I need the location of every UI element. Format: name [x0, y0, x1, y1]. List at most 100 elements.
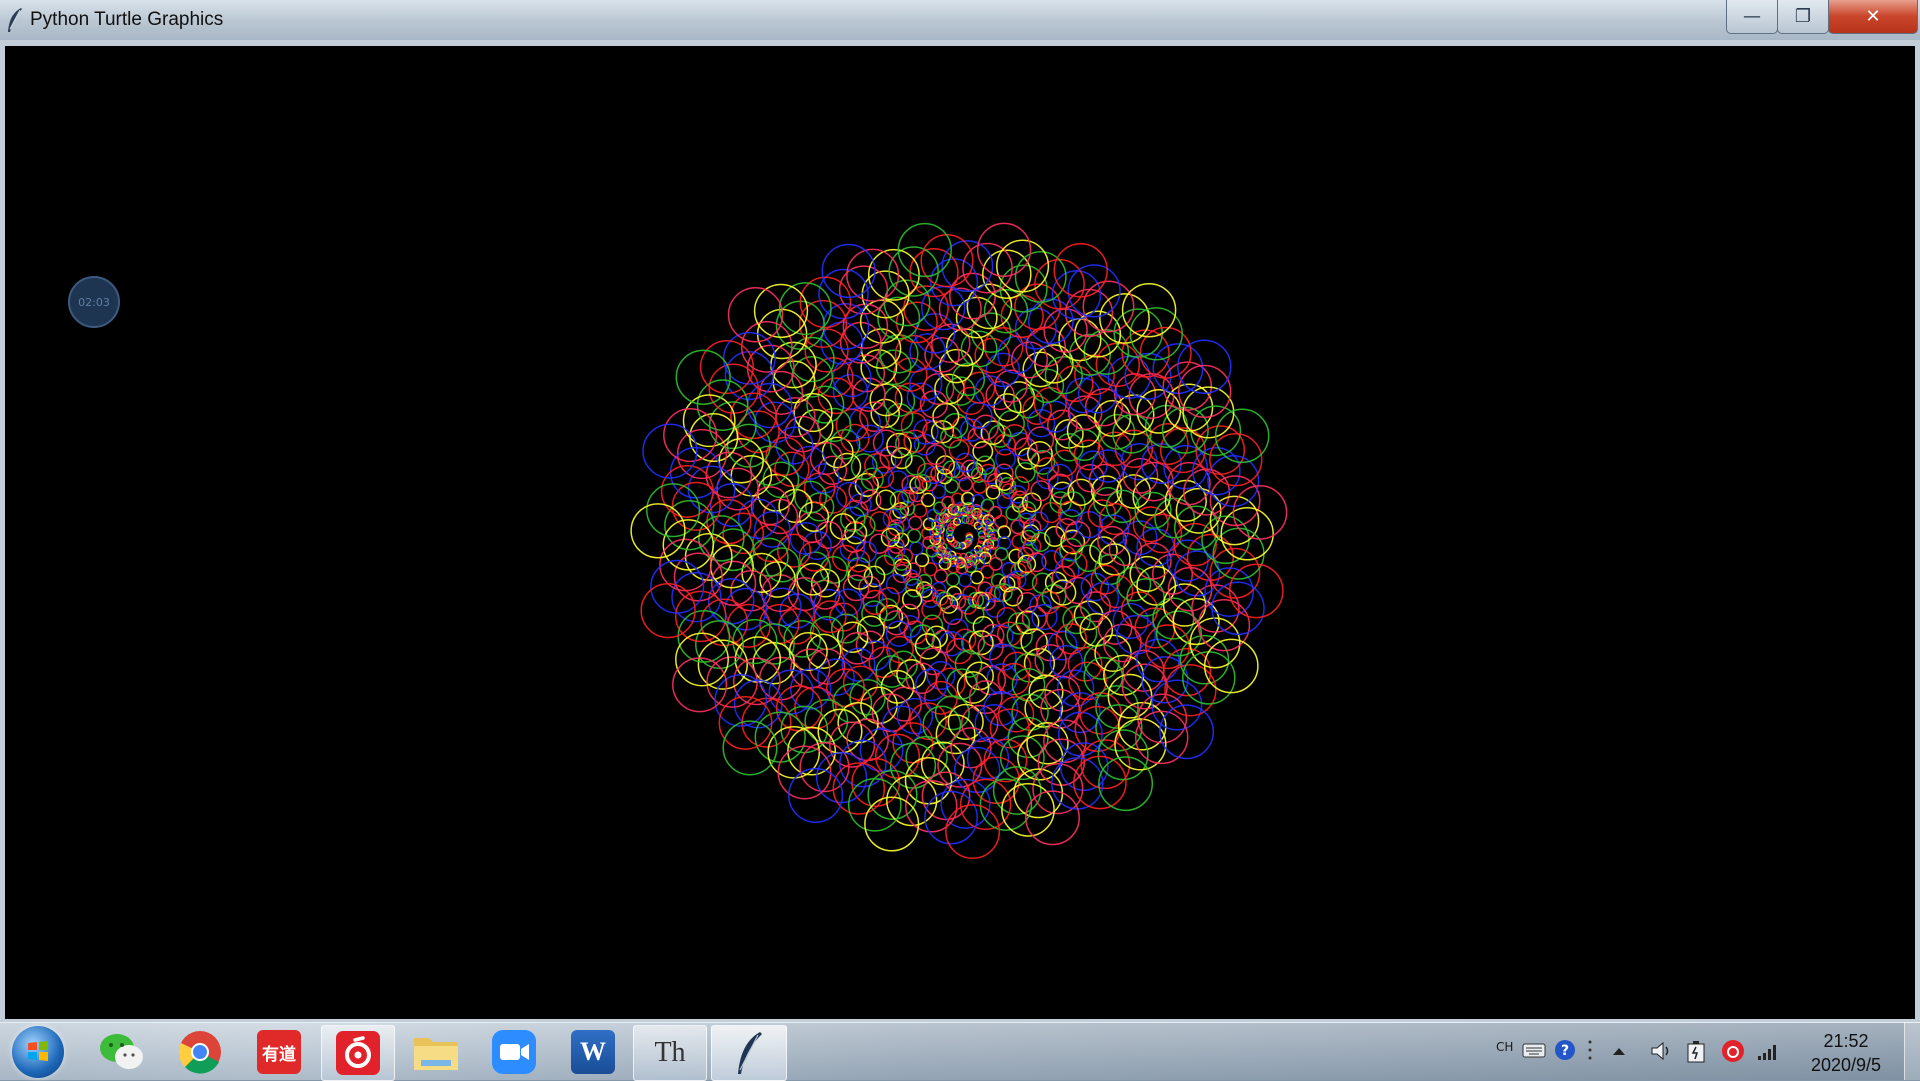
spiral-circle [1189, 617, 1241, 669]
svg-text:?: ? [1561, 1043, 1569, 1059]
spiral-circle [1050, 449, 1079, 477]
spiral-circle [1120, 443, 1158, 481]
spiral-circle [924, 337, 960, 373]
taskbar-word[interactable]: W [557, 1025, 629, 1079]
spiral-circle [945, 572, 960, 587]
word-icon: W [571, 1030, 615, 1074]
spiral-circle [958, 573, 973, 588]
spiral-circle [1182, 651, 1236, 705]
spiral-circle [925, 444, 947, 466]
spiral-circle [932, 402, 960, 430]
spiral-circle [854, 472, 879, 498]
spiral-circle [709, 482, 755, 528]
spiral-circle [983, 738, 1028, 783]
close-icon: ✕ [1865, 6, 1881, 27]
feather-icon [8, 8, 22, 32]
spiral-circle [1013, 768, 1064, 819]
spiral-circle [914, 633, 942, 660]
system-clock[interactable]: 21:52 2020/9/5 [1800, 1029, 1892, 1077]
spiral-circle [887, 470, 909, 491]
spiral-circle [1026, 440, 1053, 467]
spiral-circle [740, 321, 793, 373]
spiral-circle [901, 589, 923, 610]
show-desktop-button[interactable] [1904, 1022, 1920, 1080]
spiral-circle [764, 547, 800, 583]
maximize-button[interactable]: ❐ [1777, 0, 1829, 34]
recording-timer-badge[interactable]: 02:03 [68, 276, 120, 328]
spiral-circle [1065, 377, 1102, 414]
netease-music-tray-icon[interactable] [1721, 1039, 1745, 1063]
spiral-circle [796, 511, 828, 544]
zoom-icon [492, 1030, 536, 1074]
minimize-icon: — [1743, 6, 1761, 27]
spiral-circle [1080, 739, 1131, 790]
taskbar-chrome[interactable] [164, 1025, 236, 1079]
word-label: W [580, 1037, 606, 1066]
spiral-circle [1051, 757, 1104, 810]
keyboard-icon[interactable] [1522, 1041, 1546, 1059]
spiral-circle [1151, 679, 1203, 731]
tray-options-icon[interactable] [1586, 1038, 1594, 1062]
input-method-indicator[interactable]: CH [1496, 1040, 1513, 1054]
clock-time: 21:52 [1823, 1031, 1869, 1051]
spiral-circle [1197, 599, 1251, 652]
battery-icon[interactable] [1685, 1039, 1707, 1063]
spiral-circle [762, 461, 800, 499]
taskbar-zoom[interactable] [478, 1025, 550, 1079]
spiral-circle [980, 420, 1006, 446]
spiral-circle [944, 478, 959, 494]
title-bar[interactable]: Python Turtle Graphics — ❐ ✕ [0, 0, 1920, 41]
typora-label: Th [654, 1037, 686, 1068]
spiral-circle [1064, 520, 1091, 548]
spiral-circle [814, 521, 843, 549]
network-signal-icon[interactable] [1757, 1041, 1777, 1061]
spiral-circle [842, 665, 879, 701]
spiral-circle [821, 436, 854, 469]
show-hidden-icons-icon[interactable] [1612, 1046, 1626, 1056]
spiral-circle [802, 530, 832, 561]
spiral-circle [1095, 342, 1141, 388]
taskbar-netease-music[interactable] [321, 1025, 395, 1081]
spiral-circle [682, 394, 736, 448]
spiral-circle [1214, 408, 1270, 464]
clock-date: 2020/9/5 [1810, 1055, 1882, 1075]
spiral-circle [1145, 624, 1190, 670]
taskbar-typora[interactable]: Th [633, 1025, 707, 1081]
chrome-icon [178, 1031, 221, 1074]
netease-music-icon [336, 1031, 380, 1075]
spiral-circle [906, 528, 922, 544]
spiral-circle [924, 790, 978, 845]
spiral-circle [798, 408, 834, 445]
help-icon[interactable]: ? [1553, 1038, 1577, 1062]
spiral-circle [1094, 634, 1132, 673]
minimize-button[interactable]: — [1726, 0, 1778, 34]
spiral-circle [972, 440, 994, 462]
spiral-circle [1053, 243, 1108, 298]
turtle-window: Python Turtle Graphics — ❐ ✕ 02:03 [0, 0, 1920, 1022]
spiral-circle [1075, 511, 1103, 539]
wechat-icon [100, 1034, 143, 1069]
start-button[interactable] [12, 1026, 64, 1078]
spiral-circle [799, 742, 850, 793]
spiral-circle [1020, 628, 1048, 656]
taskbar-youdao[interactable]: 有道 [243, 1025, 315, 1079]
spiral-circle [965, 516, 975, 525]
spiral-circle [1211, 581, 1265, 636]
spiral-circle [1107, 673, 1153, 719]
close-button[interactable]: ✕ [1828, 0, 1918, 34]
spiral-circle [954, 746, 1001, 794]
taskbar-wechat[interactable] [86, 1025, 158, 1079]
volume-icon[interactable] [1650, 1040, 1674, 1062]
folder-icon [414, 1038, 458, 1070]
spiral-circle [934, 695, 970, 731]
turtle-canvas[interactable]: 02:03 [5, 46, 1915, 1019]
taskbar-file-explorer[interactable] [400, 1025, 472, 1079]
feather-icon [738, 1032, 762, 1074]
spiral-circle [1177, 339, 1232, 394]
taskbar-python-turtle[interactable] [711, 1025, 787, 1081]
spiral-circle [1061, 551, 1088, 578]
window-title: Python Turtle Graphics [30, 9, 224, 30]
spiral-circle [630, 503, 686, 559]
typora-icon: Th [648, 1031, 692, 1075]
restore-icon: ❐ [1794, 6, 1812, 27]
